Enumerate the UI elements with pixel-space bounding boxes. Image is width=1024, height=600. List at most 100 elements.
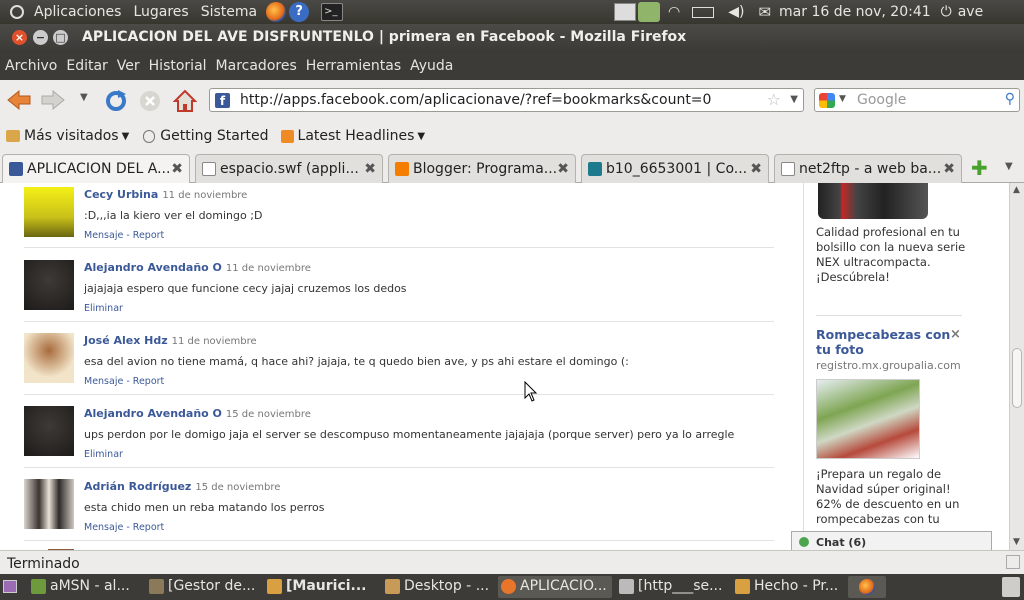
- forward-icon[interactable]: [40, 89, 66, 111]
- close-tab-icon[interactable]: ✖: [943, 161, 955, 177]
- menu-herramientas[interactable]: Herramientas: [306, 58, 401, 74]
- mail-indicator-icon[interactable]: [614, 3, 636, 21]
- menu-ver[interactable]: Ver: [117, 58, 140, 74]
- engine-dropdown-icon[interactable]: ▼: [839, 94, 846, 104]
- task-label: Desktop - ...: [404, 578, 490, 594]
- task-http[interactable]: [http___se...: [616, 576, 728, 598]
- tab-blogger[interactable]: Blogger: Programa... ✖: [388, 154, 576, 183]
- new-tab-icon[interactable]: ✚: [971, 156, 988, 180]
- tab-net2ftp[interactable]: net2ftp - a web ba... ✖: [774, 154, 962, 183]
- close-ad-icon[interactable]: ×: [950, 327, 961, 342]
- ad-text[interactable]: ¡Prepara un regalo de Navidad súper orig…: [816, 467, 966, 527]
- comment-actions[interactable]: Eliminar: [84, 303, 123, 314]
- close-icon[interactable]: ×: [12, 30, 27, 45]
- folder-icon: [6, 130, 20, 142]
- menu-marcadores[interactable]: Marcadores: [216, 58, 297, 74]
- reload-icon[interactable]: [104, 89, 128, 113]
- search-input[interactable]: Google: [857, 92, 906, 108]
- comment-header: Cecy Urbina 11 de noviembre: [84, 188, 247, 201]
- google-engine-icon[interactable]: [819, 93, 835, 108]
- url-text[interactable]: http://apps.facebook.com/aplicacionave/?…: [240, 92, 711, 108]
- clock[interactable]: mar 16 de nov, 20:41: [779, 4, 931, 20]
- minimize-icon[interactable]: −: [33, 30, 48, 45]
- maximize-icon[interactable]: □: [53, 30, 68, 45]
- menu-archivo[interactable]: Archivo: [5, 58, 57, 74]
- menu-lugares[interactable]: Lugares: [127, 4, 194, 20]
- camera-ad-image[interactable]: [818, 183, 928, 219]
- stop-icon[interactable]: [138, 89, 162, 113]
- search-icon[interactable]: ⚲: [1005, 91, 1015, 107]
- comment-author[interactable]: Alejandro Avendaño O: [84, 407, 222, 420]
- show-desktop-icon[interactable]: [3, 580, 17, 593]
- messaging-indicator-icon[interactable]: [638, 2, 660, 22]
- window-titlebar[interactable]: × − □ APLICACION DEL AVE DISFRUNTENLO | …: [0, 24, 1024, 52]
- vertical-scrollbar[interactable]: ▲ ▼: [1009, 183, 1024, 550]
- menu-editar[interactable]: Editar: [66, 58, 107, 74]
- history-dropdown-icon[interactable]: ▼: [80, 92, 88, 103]
- mail-icon[interactable]: ✉: [758, 3, 771, 21]
- scroll-thumb[interactable]: [1012, 348, 1022, 408]
- close-tab-icon[interactable]: ✖: [171, 161, 183, 177]
- comment-author[interactable]: Adrián Rodríguez: [84, 480, 191, 493]
- user-name[interactable]: ave: [958, 4, 983, 20]
- bookmark-star-icon[interactable]: ☆: [767, 90, 781, 109]
- bookmark-latest-headlines[interactable]: Latest Headlines ▼: [280, 128, 425, 144]
- menu-ayuda[interactable]: Ayuda: [410, 58, 453, 74]
- tab-b10[interactable]: b10_6653001 | Co... ✖: [581, 154, 769, 183]
- task-hecho[interactable]: Hecho - Pr...: [732, 576, 844, 598]
- divider: [816, 315, 962, 316]
- comment-author[interactable]: José Alex Hdz: [84, 334, 168, 347]
- comment-actions[interactable]: Mensaje - Report: [84, 230, 164, 241]
- ad-domain[interactable]: registro.mx.groupalia.com: [816, 359, 961, 372]
- task-firefox[interactable]: APLICACIO...: [498, 576, 612, 598]
- terminal-launcher-icon[interactable]: >_: [321, 3, 344, 21]
- power-icon[interactable]: ⏻: [941, 4, 952, 20]
- network-icon[interactable]: ◠: [668, 4, 680, 20]
- bottom-taskbar: aMSN - al... [Gestor de... [Maurici... D…: [0, 574, 1024, 600]
- firefox-launcher-icon[interactable]: [266, 2, 287, 22]
- bookmark-mas-visitados[interactable]: Más visitados ▼: [6, 128, 129, 144]
- volume-icon[interactable]: ◀): [728, 4, 744, 20]
- ad-text[interactable]: Calidad profesional en tu bolsillo con l…: [816, 225, 966, 285]
- scroll-up-icon[interactable]: ▲: [1013, 185, 1020, 195]
- task-mauricio[interactable]: [Maurici...: [264, 576, 376, 598]
- tab-label: Blogger: Programa...: [413, 161, 558, 177]
- search-bar[interactable]: ▼ Google ⚲: [814, 88, 1020, 112]
- help-launcher-icon[interactable]: ?: [289, 2, 310, 22]
- task-desktop[interactable]: Desktop - ...: [382, 576, 494, 598]
- trash-icon[interactable]: [1002, 577, 1020, 597]
- close-tab-icon[interactable]: ✖: [750, 161, 762, 177]
- puzzle-ad-image[interactable]: [816, 379, 920, 459]
- tab-espacio[interactable]: espacio.swf (appli... ✖: [195, 154, 383, 183]
- back-icon[interactable]: [6, 89, 32, 111]
- task-gestor[interactable]: [Gestor de...: [146, 576, 258, 598]
- tab-list-icon[interactable]: ▼: [1005, 161, 1013, 172]
- battery-icon[interactable]: [692, 6, 715, 18]
- url-dropdown-icon[interactable]: ▼: [790, 94, 798, 105]
- avatar[interactable]: [24, 479, 74, 529]
- ubuntu-logo-icon[interactable]: [10, 5, 24, 19]
- menu-historial[interactable]: Historial: [149, 58, 207, 74]
- avatar[interactable]: [24, 260, 74, 310]
- firefox-tray-icon[interactable]: [848, 576, 886, 598]
- bookmark-getting-started[interactable]: Getting Started: [143, 128, 269, 144]
- ad-title[interactable]: Rompecabezas con tu foto: [816, 327, 951, 357]
- comment-actions[interactable]: Eliminar: [84, 449, 123, 460]
- comment-author[interactable]: Cecy Urbina: [84, 188, 158, 201]
- resize-grip-icon[interactable]: [1006, 555, 1020, 569]
- close-tab-icon[interactable]: ✖: [364, 161, 376, 177]
- task-amsn[interactable]: aMSN - al...: [28, 576, 140, 598]
- tab-aplicacion[interactable]: APLICACION DEL A... ✖: [2, 154, 190, 183]
- comment-actions[interactable]: Mensaje - Report: [84, 522, 164, 533]
- comment-actions[interactable]: Mensaje - Report: [84, 376, 164, 387]
- menu-aplicaciones[interactable]: Aplicaciones: [28, 4, 127, 20]
- scroll-down-icon[interactable]: ▼: [1013, 537, 1020, 547]
- avatar[interactable]: [24, 406, 74, 456]
- home-icon[interactable]: [173, 89, 197, 113]
- menu-sistema[interactable]: Sistema: [195, 4, 263, 20]
- avatar[interactable]: [24, 333, 74, 383]
- comment-author[interactable]: Alejandro Avendaño O: [84, 261, 222, 274]
- url-bar[interactable]: f http://apps.facebook.com/aplicacionave…: [209, 88, 804, 112]
- close-tab-icon[interactable]: ✖: [557, 161, 569, 177]
- avatar[interactable]: [24, 187, 74, 237]
